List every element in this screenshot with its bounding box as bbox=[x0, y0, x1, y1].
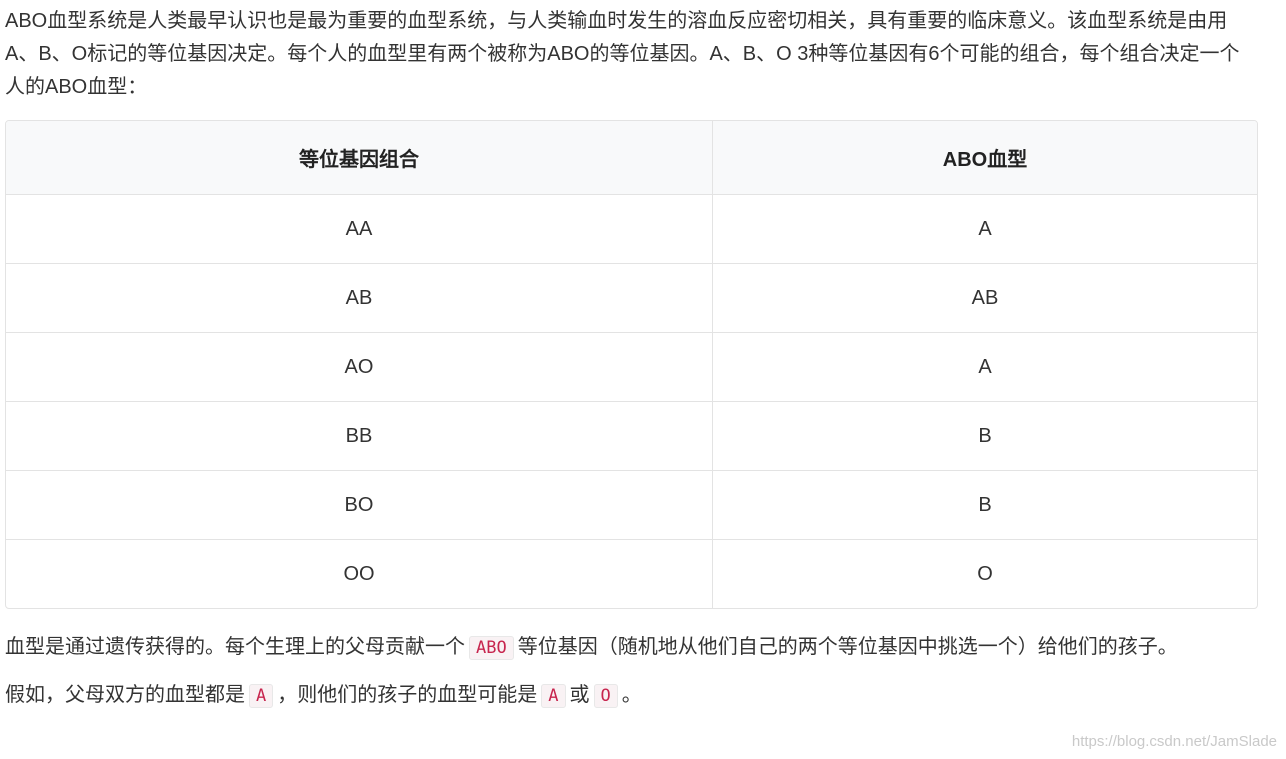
inheritance-text-after: 等位基因（随机地从他们自己的两个等位基因中挑选一个）给他们的孩子。 bbox=[517, 636, 1178, 658]
table-cell-type: O bbox=[712, 540, 1257, 608]
watermark: https://blog.csdn.net/JamSlade bbox=[1071, 733, 1277, 750]
inline-code-a: A bbox=[249, 684, 274, 708]
table-cell-allele: AA bbox=[6, 195, 712, 264]
table-row: AA A bbox=[6, 195, 1257, 264]
article-content: ABO血型系统是人类最早认识也是最为重要的血型系统，与人类输血时发生的溶血反应密… bbox=[5, 5, 1258, 713]
table-cell-type: A bbox=[712, 333, 1257, 402]
example-text-2: ，则他们的孩子的血型可能是 bbox=[277, 684, 538, 706]
table-row: BO B bbox=[6, 471, 1257, 540]
table-cell-allele: BB bbox=[6, 402, 712, 471]
inline-code-o: O bbox=[593, 684, 618, 708]
inline-code-a: A bbox=[541, 684, 566, 708]
example-paragraph: 假如，父母双方的血型都是 A ，则他们的孩子的血型可能是 A 或 O。 bbox=[5, 679, 1256, 713]
table-cell-allele: AO bbox=[6, 333, 712, 402]
header-allele-combination: 等位基因组合 bbox=[6, 121, 712, 195]
example-text-4: 。 bbox=[621, 684, 642, 706]
inheritance-text-before: 血型是通过遗传获得的。每个生理上的父母贡献一个 bbox=[5, 636, 465, 658]
table-row: OO O bbox=[6, 540, 1257, 608]
table-cell-type: B bbox=[712, 402, 1257, 471]
table-row: AO A bbox=[6, 333, 1257, 402]
table-cell-allele: BO bbox=[6, 471, 712, 540]
table-cell-type: A bbox=[712, 195, 1257, 264]
intro-paragraph: ABO血型系统是人类最早认识也是最为重要的血型系统，与人类输血时发生的溶血反应密… bbox=[5, 10, 1240, 98]
example-text-3: 或 bbox=[569, 684, 590, 706]
table-cell-allele: AB bbox=[6, 264, 712, 333]
table-cell-allele: OO bbox=[343, 562, 375, 585]
abo-blood-type-table: 等位基因组合 ABO血型 AA A AB AB AO A BB B BO B O… bbox=[5, 120, 1258, 609]
example-text-1: 假如，父母双方的血型都是 bbox=[5, 684, 245, 706]
inheritance-paragraph: 血型是通过遗传获得的。每个生理上的父母贡献一个 ABO 等位基因（随机地从他们自己的… bbox=[5, 631, 1256, 665]
table-row: BB B bbox=[6, 402, 1257, 471]
header-abo-type: ABO血型 bbox=[712, 121, 1257, 195]
table-row: AB AB bbox=[6, 264, 1257, 333]
table-header-row: 等位基因组合 ABO血型 bbox=[6, 121, 1257, 195]
table-cell-type: B bbox=[712, 471, 1257, 540]
inline-code-abo: ABO bbox=[469, 636, 514, 660]
table-cell-type: AB bbox=[712, 264, 1257, 333]
